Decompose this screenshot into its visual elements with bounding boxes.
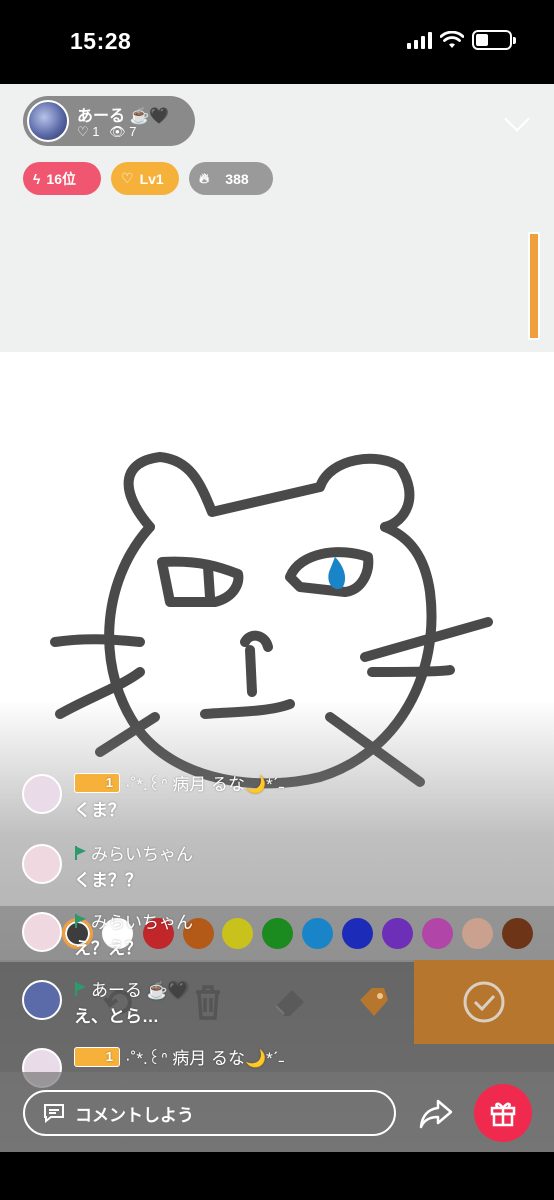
signal-icon [407, 31, 432, 49]
color-swatch[interactable] [502, 918, 533, 949]
cat-left-eye [157, 556, 244, 607]
host-avatar[interactable] [27, 100, 69, 142]
chat-text: くま？ [74, 801, 125, 820]
rank-label: 16位 [46, 170, 76, 187]
chat-avatar[interactable] [22, 774, 62, 814]
chat-avatar[interactable] [22, 844, 62, 884]
gift-button[interactable] [474, 1084, 532, 1142]
host-stats: ♡ 1 👁 7 [77, 124, 137, 140]
heart-icon: ♡ [77, 124, 89, 139]
chevron-down-icon[interactable] [504, 106, 530, 132]
stream-header: あーる ☕️🖤 ♡ 1 👁 7 ϟ 16位 ♡ Lv1 🔥︎ 388 [0, 84, 554, 352]
chat-avatar[interactable] [22, 980, 62, 1020]
level-badge[interactable]: ♡ Lv1 [111, 162, 179, 195]
status-bar: 15:28 [0, 0, 554, 84]
gift-icon [490, 1102, 516, 1127]
share-button[interactable] [416, 1094, 456, 1134]
chat-author-name: ·˚*.꒰ᐢ 病月 るな🌙*ˊ˗ [125, 775, 285, 794]
battery-icon [472, 30, 516, 50]
chat-text: え、とら… [74, 1007, 159, 1026]
chat-author[interactable]: 1 ·˚*.꒰ᐢ 病月 るな🌙*ˊ˗ [74, 1044, 284, 1069]
cat-ears [123, 452, 415, 532]
eye-icon: 👁 [109, 124, 126, 139]
host-profile[interactable]: あーる ☕️🖤 ♡ 1 👁 7 [23, 96, 195, 146]
points-badge[interactable]: 🔥︎ 388 [189, 162, 273, 195]
comment-icon [44, 1104, 64, 1123]
points-label: 388 [225, 170, 249, 187]
cat-left-pupil [203, 562, 215, 602]
flag-icon [74, 913, 86, 928]
chat-message: みらいちゃんえ？え？ [22, 904, 502, 964]
bottom-bar: コメントしよう [0, 1072, 554, 1152]
flame-icon: 🔥︎ [199, 170, 210, 186]
chat-text: くま？？ [74, 871, 142, 890]
status-time: 15:28 [70, 28, 132, 54]
cat-blue-pupil [328, 557, 346, 590]
chat-author[interactable]: みらいちゃん [74, 908, 193, 933]
share-icon [419, 1099, 453, 1129]
host-name: あーる ☕️🖤 [77, 108, 170, 125]
likes-count: 1 [92, 124, 100, 139]
rank-badge[interactable]: ϟ 16位 [23, 162, 101, 195]
chat-author[interactable]: 1 ·˚*.꒰ᐢ 病月 るな🌙*ˊ˗ [74, 770, 284, 795]
home-indicator-area [0, 1152, 554, 1200]
heart-badge-icon: ♡ [121, 170, 134, 186]
level-chip: 1 [74, 1046, 120, 1067]
level-label: Lv1 [139, 170, 164, 187]
chat-author-name: ·˚*.꒰ᐢ 病月 るな🌙*ˊ˗ [125, 1049, 285, 1068]
chat-text: え？え？ [74, 939, 142, 958]
badge-row: ϟ 16位 ♡ Lv1 🔥︎ 388 [23, 162, 273, 195]
chat-message: みらいちゃんくま？？ [22, 836, 502, 896]
lightning-icon: ϟ [33, 170, 41, 187]
comment-input[interactable]: コメントしよう [23, 1090, 396, 1136]
chat-author-name: あーる ☕️🖤 [91, 981, 190, 1000]
comment-placeholder: コメントしよう [75, 1105, 194, 1125]
flag-icon [74, 981, 86, 996]
status-icons [407, 30, 516, 50]
chat-author[interactable]: みらいちゃん [74, 840, 193, 865]
wifi-icon [440, 31, 464, 48]
viewer-count: 7 [129, 124, 137, 139]
flag-icon [74, 845, 86, 860]
side-meter [528, 232, 540, 340]
chat-author[interactable]: あーる ☕️🖤 [74, 976, 189, 1001]
chat-message: 1 ·˚*.꒰ᐢ 病月 るな🌙*ˊ˗ くま？ [22, 766, 502, 826]
level-chip: 1 [74, 772, 120, 793]
cat-mouth [200, 645, 295, 719]
chat-author-name: みらいちゃん [91, 845, 193, 864]
chat-author-name: みらいちゃん [91, 913, 193, 932]
chat-avatar[interactable] [22, 912, 62, 952]
chat-message: あーる ☕️🖤 え、とら… [22, 972, 502, 1032]
